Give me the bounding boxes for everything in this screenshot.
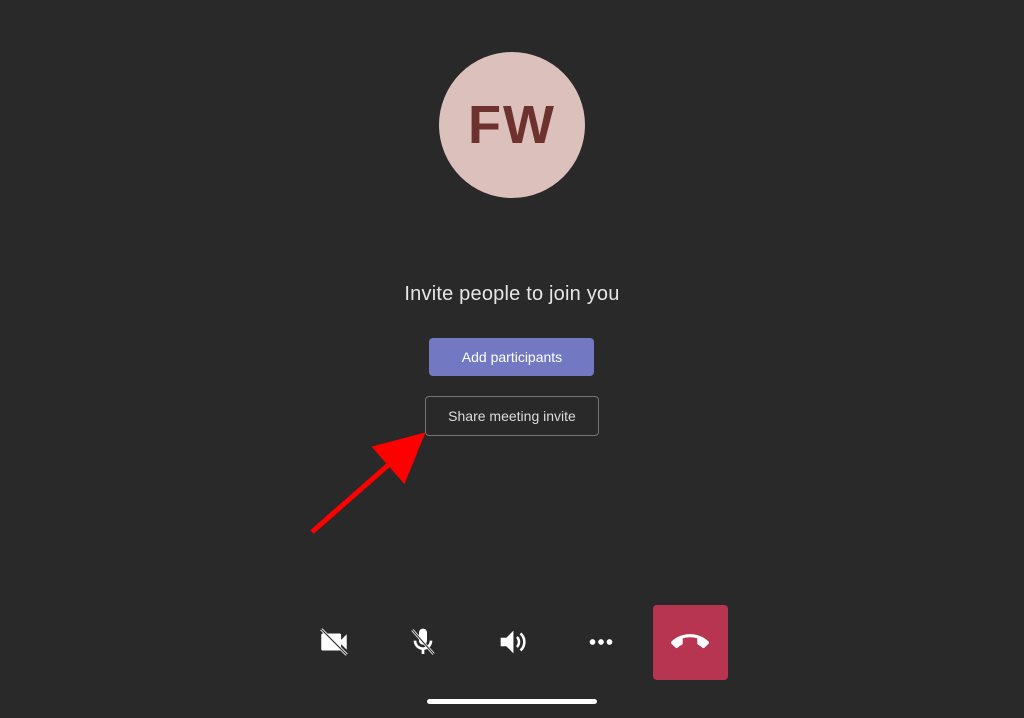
camera-off-icon [317,625,351,659]
avatar: FW [439,52,585,198]
more-icon [584,625,618,659]
share-meeting-invite-button[interactable]: Share meeting invite [425,396,599,436]
more-options-button[interactable] [564,605,639,680]
meeting-empty-state: FW Invite people to join you Add partici… [0,0,1024,436]
end-call-button[interactable] [653,605,728,680]
invite-actions: Add participants Share meeting invite [425,338,599,436]
camera-toggle-button[interactable] [297,605,372,680]
page-title: Invite people to join you [404,283,619,306]
add-participants-button[interactable]: Add participants [429,338,594,376]
speaker-button[interactable] [475,605,550,680]
annotation-arrow [300,424,440,544]
meeting-control-bar [257,582,767,702]
mic-off-icon [407,626,439,658]
hangup-icon [671,623,709,661]
avatar-initials: FW [468,94,556,156]
home-indicator [427,699,597,704]
speaker-icon [495,625,529,659]
mic-toggle-button[interactable] [386,605,461,680]
